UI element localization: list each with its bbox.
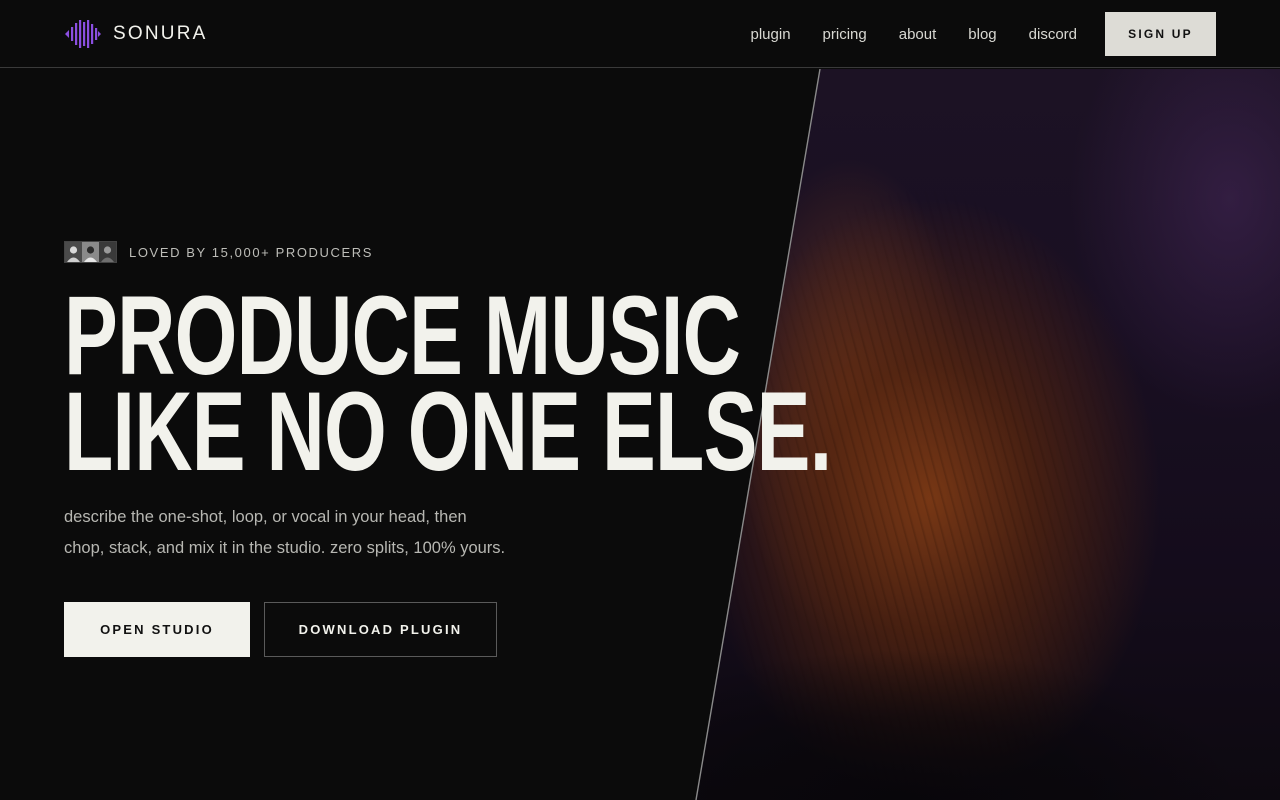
top-navigation-bar: SONURA plugin pricing about blog discord… — [0, 0, 1280, 68]
avatar — [65, 242, 82, 262]
social-proof-text: LOVED BY 15,000+ PRODUCERS — [129, 244, 374, 260]
social-proof: LOVED BY 15,000+ PRODUCERS — [64, 240, 764, 264]
nav-link-about[interactable]: about — [899, 26, 937, 43]
nav-link-discord[interactable]: discord — [1029, 26, 1077, 43]
open-studio-button[interactable]: OPEN STUDIO — [64, 602, 250, 657]
hero-headline: PRODUCE MUSIC LIKE NO ONE ELSE. — [64, 280, 832, 494]
hero-section: LOVED BY 15,000+ PRODUCERS PRODUCE MUSIC… — [64, 240, 832, 657]
hero-description: describe the one-shot, loop, or vocal in… — [64, 502, 584, 564]
brand-home-link[interactable]: SONURA — [64, 19, 208, 49]
nav-link-pricing[interactable]: pricing — [823, 26, 867, 43]
nav-link-blog[interactable]: blog — [968, 26, 996, 43]
waveform-logo-icon — [65, 20, 101, 48]
headline-line-2: LIKE NO ONE ELSE. — [64, 369, 832, 494]
main-nav: plugin pricing about blog discord — [751, 0, 1078, 68]
brand-name: SONURA — [113, 23, 208, 44]
download-plugin-button[interactable]: DOWNLOAD PLUGIN — [264, 602, 497, 657]
avatar — [99, 242, 116, 262]
description-line-1: describe the one-shot, loop, or vocal in… — [64, 508, 467, 526]
sign-up-button[interactable]: SIGN UP — [1105, 12, 1216, 56]
producer-avatars — [64, 241, 117, 263]
cta-row: OPEN STUDIO DOWNLOAD PLUGIN — [64, 602, 497, 657]
avatar — [82, 242, 99, 262]
nav-link-plugin[interactable]: plugin — [751, 26, 791, 43]
landing-page: SONURA plugin pricing about blog discord… — [0, 0, 1280, 800]
description-line-2: chop, stack, and mix it in the studio. z… — [64, 539, 506, 557]
